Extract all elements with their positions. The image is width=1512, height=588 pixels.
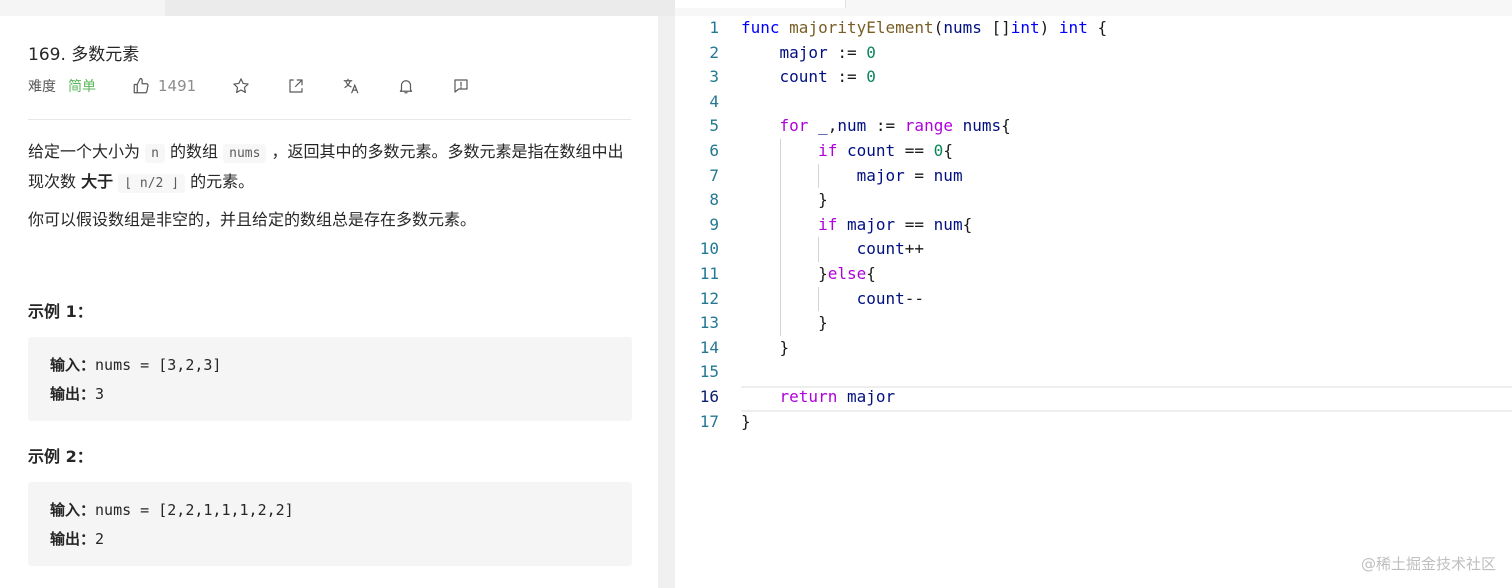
example-input: 输入：nums = [2,2,1,1,1,2,2] [50,499,294,520]
like-count: 1491 [158,77,197,95]
example-input: 输入：nums = [3,2,3] [50,354,221,375]
code-text: major = num [856,165,963,185]
line-number: 3 [709,67,719,87]
problem-panel: 169. 多数元素 难度 简单 1491 给定一个大小为 n 的数组 nums … [0,16,658,588]
line-number: 2 [709,42,719,62]
line-number: 12 [699,288,719,308]
description-paragraph: 你可以假设数组是非空的，并且给定的数组总是存在多数元素。 [28,210,477,229]
code-line[interactable]: 2 major := 0 [675,41,1512,66]
text: 的元素。 [190,172,255,191]
code-text: } [741,411,751,431]
example-box: 输入：nums = [3,2,3] 输出：3 [28,337,632,421]
example-output: 输出：3 [50,383,104,404]
problem-meta-bar: 难度 简单 1491 [28,74,470,98]
code-line[interactable]: 4 [675,90,1512,115]
example-box: 输入：nums = [2,2,1,1,1,2,2] 输出：2 [28,482,632,566]
favorite-button[interactable] [232,77,250,95]
code-line[interactable]: 3 count := 0 [675,65,1512,90]
feedback-button[interactable] [452,77,470,95]
code-text: } [741,337,790,357]
code-text: count := 0 [779,67,876,87]
code-text: } [741,313,828,333]
editor-tab[interactable] [675,0,846,8]
description-paragraph: 给定一个大小为 n 的数组 nums ，返回其中的多数元素。多数元素是指在数组中… [28,138,628,198]
code-line[interactable]: 11 }else{ [675,262,1512,287]
example-title: 示例 2： [28,447,93,466]
star-icon [232,77,250,95]
line-number: 8 [709,190,719,210]
line-number: 7 [709,165,719,185]
inline-code: n [145,144,165,163]
like-button[interactable]: 1491 [132,77,196,95]
line-number: 11 [699,264,719,283]
line-number: 17 [699,411,719,431]
code-text: if count == 0{ [818,141,953,160]
code-text: count-- [856,288,925,308]
code-text: return major [779,387,896,406]
code-line[interactable]: 15 [675,360,1512,385]
difficulty-label: 难度 [28,79,56,95]
input-label: 输入： [50,356,96,374]
output-label: 输出： [50,530,96,548]
code-line[interactable]: 5 for _,num := range nums{ [675,114,1512,139]
share-button[interactable] [287,77,305,95]
line-number: 13 [699,313,719,333]
code-text: count++ [856,239,925,259]
code-line[interactable]: 7 major = num [675,164,1512,189]
thumbs-up-icon [132,77,150,95]
code-line[interactable]: 14 } [675,336,1512,361]
text: 的数组 [170,142,219,161]
line-number: 4 [709,91,719,111]
line-number: 16 [699,387,719,406]
problem-description: 给定一个大小为 n 的数组 nums ，返回其中的多数元素。多数元素是指在数组中… [28,138,628,234]
inline-code: nums [223,144,267,163]
code-line[interactable]: 10 count++ [675,237,1512,262]
code-text: } [741,190,828,210]
share-icon [287,77,305,95]
difficulty-badge: 简单 [68,79,96,95]
line-number: 6 [709,141,719,160]
code-text: major := 0 [779,42,876,62]
example-title: 示例 1： [28,302,93,321]
code-text: func majorityElement(nums []int) int { [741,18,1108,37]
input-label: 输入： [50,501,96,519]
code-line[interactable]: 8 } [675,188,1512,213]
code-line[interactable]: 16 return major [675,385,1512,410]
input-value: nums = [3,2,3] [95,356,222,374]
example-output: 输出：2 [50,528,104,549]
code-line[interactable]: 6 if count == 0{ [675,139,1512,164]
input-value: nums = [2,2,1,1,1,2,2] [95,501,294,519]
code-text: for _,num := range nums{ [779,116,1011,136]
line-number: 15 [699,362,719,382]
line-number: 10 [699,239,719,259]
line-number: 14 [699,337,719,357]
text: 给定一个大小为 [28,142,141,161]
top-tab-strip [0,0,1512,17]
output-label: 输出： [50,385,96,403]
feedback-icon [452,77,470,95]
bold-text: 大于 [81,172,114,191]
line-number: 1 [709,18,719,37]
inline-code: ⌊ n/2 ⌋ [118,174,186,193]
code-line[interactable]: 13 } [675,311,1512,336]
line-number: 9 [709,214,719,234]
watermark: @稀土掘金技术社区 [1360,555,1496,573]
description-tab[interactable] [0,0,165,16]
code-line[interactable]: 12 count-- [675,287,1512,312]
translate-button[interactable] [342,77,360,95]
translate-icon [342,77,360,95]
code-text: if major == num{ [818,214,973,234]
output-value: 2 [95,530,105,548]
divider [28,119,631,120]
line-number: 5 [709,116,719,136]
code-line[interactable]: 17} [675,410,1512,435]
output-value: 3 [95,385,105,403]
bell-icon [397,77,415,95]
notify-button[interactable] [397,77,415,95]
code-text: }else{ [741,264,876,283]
code-line[interactable]: 9 if major == num{ [675,213,1512,238]
code-editor[interactable]: 1 func majorityElement(nums []int) int { 2… [675,16,1512,588]
problem-title: 169. 多数元素 [28,45,140,65]
code-line[interactable]: 1 func majorityElement(nums []int) int { [675,16,1512,41]
